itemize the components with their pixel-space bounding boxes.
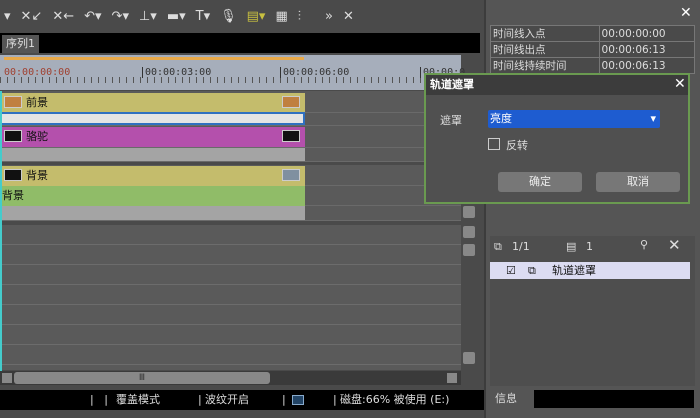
scroll-button[interactable] [463, 226, 475, 238]
track-matte-dialog: 轨道遮罩 ✕ 遮罩 亮度 ▾ 反转 确定 取消 [424, 73, 690, 204]
mix-track [0, 206, 305, 220]
ok-button[interactable]: 确定 [498, 172, 582, 192]
clip-background[interactable]: 背景 [0, 166, 305, 186]
scroll-button[interactable] [463, 206, 475, 218]
microphone-icon[interactable]: 🎙 [220, 9, 237, 24]
scroll-left-icon[interactable] [2, 373, 12, 383]
clip-background-green[interactable]: 背景 [0, 186, 305, 206]
invert-label: 反转 [506, 139, 528, 152]
scroll-thumb[interactable]: Ⅲ [14, 372, 270, 384]
info-value: 00:00:00:00 [598, 25, 696, 42]
clip-thumbnail [4, 96, 22, 108]
more-icon[interactable]: » [325, 9, 333, 24]
sequence-tab-bar [0, 33, 480, 53]
close-icon[interactable]: ✕ [343, 9, 354, 24]
clip-thumbnail [282, 96, 300, 108]
render-bar [4, 57, 304, 60]
mix-track [0, 148, 305, 161]
scroll-button[interactable] [463, 352, 475, 364]
dialog-title: 轨道遮罩 [426, 75, 688, 95]
layer-icon: ⧉ [494, 240, 502, 253]
clip-label: 前景 [26, 96, 48, 109]
effect-label: 轨道遮罩 [552, 264, 596, 277]
mark-icon[interactable]: ▬▾ [167, 9, 186, 24]
invert-checkbox[interactable] [488, 138, 500, 150]
effect-list-item[interactable]: ☑ ⧉ 轨道遮罩 [490, 262, 690, 279]
link-icon[interactable]: ⚲ [640, 238, 648, 251]
timecode-label: 00:00:00:00 [4, 67, 71, 78]
info-value: 00:00:06:13 [598, 57, 696, 74]
timeline-info-table: 时间线入点 00:00:00:00 时间线出点 00:00:06:13 时间线持续时… [490, 25, 696, 74]
delete-icon[interactable]: ✕← [52, 9, 74, 24]
ripple-mode[interactable]: 波纹开启 [205, 390, 249, 410]
clip-thumbnail [4, 169, 22, 181]
close-icon[interactable]: ✕ [680, 5, 692, 21]
delete-icon[interactable]: ✕ [668, 236, 681, 254]
scroll-button[interactable] [463, 244, 475, 256]
scroll-right-icon[interactable] [447, 373, 457, 383]
tab-info[interactable]: 信息 [492, 390, 534, 408]
undo-icon[interactable]: ↶▾ [84, 9, 101, 24]
effects-list-panel [490, 236, 695, 386]
status-bar: | | 覆盖模式 | 波纹开启 | | 磁盘:66% 被使用 (E:) [0, 390, 484, 410]
layer-icon: ⧉ [528, 264, 536, 277]
info-value: 00:00:06:13 [598, 41, 696, 58]
empty-tracks [0, 225, 461, 370]
clip-camel[interactable]: 骆驼 [0, 127, 305, 147]
cancel-button[interactable]: 取消 [596, 172, 680, 192]
disk-usage: 磁盘:66% 被使用 (E:) [340, 393, 450, 406]
camel-icon [4, 130, 22, 142]
clip-label: 背景 [26, 169, 48, 182]
output-icon[interactable]: ▤▾ [247, 9, 266, 24]
title-icon[interactable]: T▾ [196, 9, 210, 24]
window-icon[interactable] [292, 395, 304, 405]
mask-select[interactable]: 亮度 ▾ [488, 110, 660, 128]
layer-count: 1/1 [512, 240, 530, 253]
close-icon[interactable]: ✕ [674, 76, 686, 92]
camel-icon [282, 130, 300, 142]
timecode-label: 00:00:03:00 [142, 67, 211, 78]
overwrite-mode[interactable]: 覆盖模式 [116, 390, 160, 410]
clip-thumbnail [282, 169, 300, 181]
info-label: 时间线出点 [490, 41, 600, 58]
effect-count: 1 [586, 240, 593, 253]
tab-sequence-1[interactable]: 序列1 [2, 35, 39, 53]
info-label: 时间线入点 [490, 25, 600, 42]
delete-ripple-icon[interactable]: ✕↙ [21, 9, 43, 24]
timecode-label: 00:00:06:00 [280, 67, 349, 78]
dropdown-icon[interactable]: ▾ [4, 9, 11, 24]
tab-bar [534, 390, 694, 408]
checkbox-icon[interactable]: ☑ [506, 262, 516, 279]
filter-icon: ▤ [566, 240, 577, 253]
mask-label: 遮罩 [440, 114, 462, 127]
playhead[interactable] [0, 91, 2, 371]
mask-value: 亮度 [490, 112, 512, 125]
redo-icon[interactable]: ↷▾ [112, 9, 129, 24]
split-icon[interactable]: ⊥▾ [139, 9, 157, 24]
mixer-icon[interactable]: ⫶ [298, 9, 301, 24]
clip-foreground[interactable]: 前景 [0, 93, 305, 112]
info-label: 时间线持续时间 [490, 57, 600, 74]
timeline-toolbar: ▾ ✕↙ ✕← ↶▾ ↷▾ ⊥▾ ▬▾ T▾ 🎙 ▤▾ ▦ ⫶ » ✕ [0, 0, 484, 32]
chevron-down-icon: ▾ [650, 112, 656, 125]
grid-icon[interactable]: ▦ [275, 9, 287, 24]
mix-track[interactable] [0, 112, 305, 125]
clip-label: 骆驼 [26, 130, 48, 143]
